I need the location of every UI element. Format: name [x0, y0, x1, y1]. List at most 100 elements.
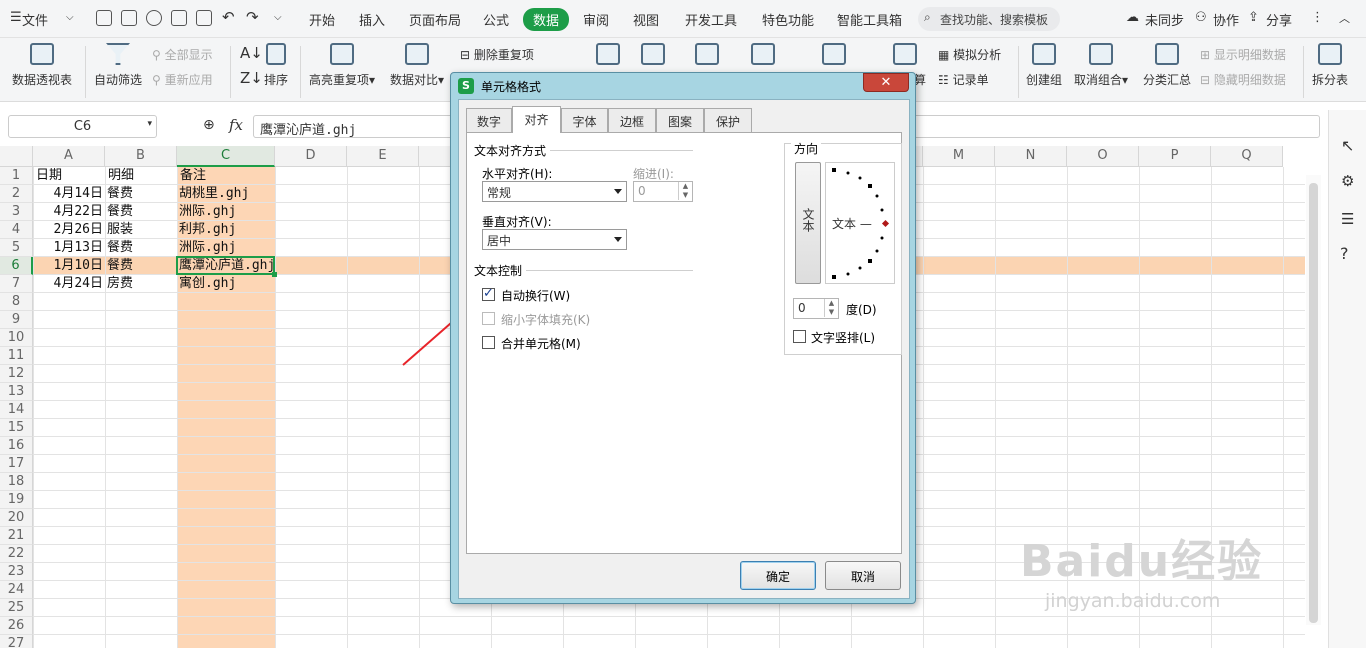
column-header[interactable]: A	[33, 146, 105, 167]
select-all-corner[interactable]	[0, 146, 33, 167]
row-header[interactable]: 16	[0, 437, 33, 455]
shrink-to-fit-checkbox[interactable]	[482, 312, 495, 325]
undo-icon[interactable]: ↶	[222, 8, 235, 26]
dropdown-list-button[interactable]	[822, 43, 846, 71]
sort-desc-icon[interactable]: Z↓	[240, 69, 263, 87]
row-header[interactable]: 3	[0, 203, 33, 221]
spin-up-icon[interactable]: ▲	[678, 182, 692, 191]
data-compare-button[interactable]: 数据对比▾	[390, 43, 444, 88]
orientation-dial[interactable]: 文本 —	[825, 162, 895, 284]
row-header[interactable]: 17	[0, 455, 33, 473]
merge-cells-checkbox[interactable]	[482, 336, 495, 349]
tab-smart-tools[interactable]: 智能工具箱	[837, 10, 902, 29]
collapse-ribbon-icon[interactable]: ︿	[1339, 10, 1350, 26]
row-header[interactable]: 8	[0, 293, 33, 311]
tab-page-layout[interactable]: 页面布局	[409, 10, 461, 29]
tab-home[interactable]: 开始	[309, 10, 335, 29]
column-header[interactable]: O	[1067, 146, 1139, 167]
tab-alignment[interactable]: 对齐	[512, 106, 561, 133]
settings-sliders-icon[interactable]: ⚙	[1341, 172, 1354, 190]
sort-button[interactable]: 排序	[264, 43, 288, 88]
table-cell[interactable]: 4月22日	[35, 203, 103, 221]
vertical-text-button[interactable]: 文本	[795, 162, 821, 284]
tab-font[interactable]: 字体	[561, 108, 608, 132]
highlight-duplicates-button[interactable]: 高亮重复项▾	[309, 43, 375, 88]
print-icon[interactable]	[171, 10, 187, 26]
row-header[interactable]: 27	[0, 635, 33, 648]
show-detail-button[interactable]: ⊞ 显示明细数据	[1200, 46, 1286, 63]
tab-insert[interactable]: 插入	[359, 10, 385, 29]
column-header[interactable]: C	[177, 146, 275, 167]
row-header[interactable]: 11	[0, 347, 33, 365]
tab-view[interactable]: 视图	[633, 10, 659, 29]
tasks-icon[interactable]: ☰	[1341, 210, 1354, 228]
table-cell[interactable]: 4月14日	[35, 185, 103, 203]
pivot-table-button[interactable]: 数据透视表	[12, 43, 72, 88]
help-icon[interactable]: ?	[1340, 244, 1349, 263]
table-cell[interactable]: 服装	[107, 221, 133, 239]
row-header[interactable]: 7	[0, 275, 33, 293]
collab-button[interactable]: 协作	[1213, 10, 1239, 29]
scrollbar-thumb[interactable]	[1309, 183, 1318, 623]
table-cell[interactable]: 寓创.ghj	[179, 275, 236, 293]
row-header[interactable]: 1	[0, 167, 33, 185]
fill-handle[interactable]	[272, 272, 277, 277]
fill-down-button[interactable]	[641, 43, 665, 71]
table-cell[interactable]: 1月13日	[35, 239, 103, 257]
tab-pattern[interactable]: 图案	[656, 108, 704, 132]
row-header[interactable]: 4	[0, 221, 33, 239]
row-header[interactable]: 21	[0, 527, 33, 545]
file-menu[interactable]: 文件	[22, 10, 48, 29]
tab-review[interactable]: 审阅	[583, 10, 609, 29]
tab-border[interactable]: 边框	[608, 108, 656, 132]
import-data-button[interactable]	[695, 43, 719, 71]
consolidate-button[interactable]	[893, 43, 917, 71]
hide-detail-button[interactable]: ⊟ 隐藏明细数据	[1200, 71, 1286, 88]
tab-special[interactable]: 特色功能	[762, 10, 814, 29]
table-cell[interactable]: 餐费	[107, 185, 133, 203]
wrap-text-checkbox[interactable]	[482, 286, 495, 301]
row-header[interactable]: 2	[0, 185, 33, 203]
row-header[interactable]: 24	[0, 581, 33, 599]
header-cell[interactable]: 明细	[108, 167, 134, 185]
menu-icon[interactable]: ☰	[10, 10, 22, 25]
header-cell[interactable]: 日期	[36, 167, 62, 185]
column-header[interactable]: E	[347, 146, 419, 167]
customize-chevron-icon[interactable]: ⌵	[274, 12, 282, 23]
spin-down-icon[interactable]: ▼	[678, 191, 692, 200]
validation-button[interactable]	[751, 43, 775, 71]
more-icon[interactable]: ⋮	[1311, 10, 1324, 25]
spin-up-icon[interactable]: ▲	[824, 299, 838, 308]
row-header[interactable]: 5	[0, 239, 33, 257]
vertical-stack-checkbox[interactable]	[793, 330, 806, 343]
table-cell[interactable]: 餐费	[107, 239, 133, 257]
vertical-scrollbar[interactable]	[1306, 175, 1321, 625]
share-button[interactable]: 分享	[1266, 10, 1292, 29]
redo-icon[interactable]: ↷	[246, 8, 259, 26]
show-all-button[interactable]: ⚲ 全部显示	[152, 46, 213, 63]
table-cell[interactable]: 胡桃里.ghj	[179, 185, 249, 203]
what-if-button[interactable]: ▦ 模拟分析	[938, 46, 1001, 63]
reapply-button[interactable]: ⚲ 重新应用	[152, 71, 213, 88]
row-header[interactable]: 12	[0, 365, 33, 383]
row-header[interactable]: 20	[0, 509, 33, 527]
v-align-select[interactable]: 居中	[482, 229, 627, 250]
search-box[interactable]: ⌕ 查找功能、搜索模板	[918, 7, 1060, 31]
split-table-button[interactable]: 拆分表	[1312, 43, 1348, 88]
table-cell[interactable]: 利邦.ghj	[179, 221, 236, 239]
row-header[interactable]: 10	[0, 329, 33, 347]
table-cell[interactable]: 餐费	[107, 257, 133, 275]
ungroup-button[interactable]: 取消组合▾	[1074, 43, 1128, 88]
tab-formula[interactable]: 公式	[483, 10, 509, 29]
table-cell[interactable]: 2月26日	[35, 221, 103, 239]
print-preview-icon[interactable]	[196, 10, 212, 26]
column-header[interactable]: D	[275, 146, 347, 167]
spin-down-icon[interactable]: ▼	[824, 308, 838, 317]
fx-icon[interactable]: fx	[229, 116, 243, 134]
column-header[interactable]: N	[995, 146, 1067, 167]
cancel-button[interactable]: 取消	[825, 561, 901, 590]
merge-cells-label[interactable]: 合并单元格(M)	[501, 335, 581, 352]
row-header[interactable]: 14	[0, 401, 33, 419]
table-cell[interactable]: 洲际.ghj	[179, 203, 236, 221]
split-column-button[interactable]	[596, 43, 620, 71]
